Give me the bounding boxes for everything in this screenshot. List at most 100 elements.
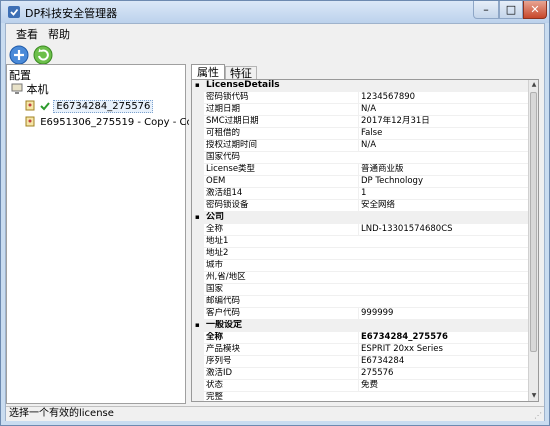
grid-category-title: LicenseDetails bbox=[206, 80, 280, 90]
tab-features[interactable]: 特征 bbox=[225, 66, 257, 80]
grid-row[interactable]: 国家代码 bbox=[192, 152, 528, 164]
vertical-scrollbar[interactable]: ▲ ▼ bbox=[528, 80, 538, 401]
property-value[interactable]: ESPRIT 20xx Series bbox=[358, 344, 529, 355]
property-name: 客户代码 bbox=[206, 308, 241, 318]
add-license-icon[interactable] bbox=[8, 44, 30, 66]
property-value[interactable]: 安全网络 bbox=[358, 200, 529, 211]
grid-row[interactable]: 全称 E6734284_275576 bbox=[192, 332, 528, 344]
row-gutter bbox=[192, 296, 204, 308]
row-gutter bbox=[192, 128, 204, 140]
grid-row[interactable]: 州,省/地区 bbox=[192, 272, 528, 284]
grid-row[interactable]: 城市 bbox=[192, 260, 528, 272]
property-value[interactable]: 免费 bbox=[358, 380, 529, 391]
grid-category-title: 公司 bbox=[206, 212, 225, 222]
property-name: 州,省/地区 bbox=[206, 272, 246, 282]
property-value[interactable]: 1 bbox=[358, 188, 529, 199]
menu-help[interactable]: 帮助 bbox=[48, 26, 70, 42]
property-value[interactable]: 999999 bbox=[358, 308, 529, 319]
grid-row[interactable]: License类型 普通商业版 bbox=[192, 164, 528, 176]
property-value[interactable]: 1234567890 bbox=[358, 92, 529, 103]
grid-category[interactable]: ▪ LicenseDetails bbox=[192, 80, 528, 92]
grid-row[interactable]: 地址2 bbox=[192, 248, 528, 260]
status-text: 选择一个有效的license bbox=[9, 408, 114, 419]
grid-row[interactable]: 可租借的 False bbox=[192, 128, 528, 140]
grid-row[interactable]: 激活组14 1 bbox=[192, 188, 528, 200]
property-name: 邮编代码 bbox=[206, 296, 241, 306]
grid-row[interactable]: 全称 LND-13301574680CS bbox=[192, 224, 528, 236]
grid-row[interactable]: SMC过期日期 2017年12月31日 bbox=[192, 116, 528, 128]
config-tree-pane: 配置 本机 E6734284_275576 E6951306_275519 - … bbox=[6, 64, 222, 404]
property-name: 序列号 bbox=[206, 356, 232, 366]
property-name: 授权过期时间 bbox=[206, 140, 258, 150]
collapse-icon[interactable]: ▪ bbox=[195, 82, 200, 89]
row-gutter bbox=[192, 92, 204, 104]
property-value[interactable]: False bbox=[358, 128, 529, 139]
refresh-icon[interactable] bbox=[32, 44, 54, 66]
property-name: 国家 bbox=[206, 284, 224, 294]
grid-row[interactable]: 状态 免费 bbox=[192, 380, 528, 392]
grid-row[interactable]: 国家 bbox=[192, 284, 528, 296]
property-name: OEM bbox=[206, 176, 226, 186]
property-value[interactable]: 普通商业版 bbox=[358, 164, 529, 175]
details-pane: 属性 特征 ▪ LicenseDetails 密码锁代码 1234567890 过期日期… bbox=[189, 64, 541, 404]
grid-row[interactable]: 产品模块 ESPRIT 20xx Series bbox=[192, 344, 528, 356]
property-value[interactable]: LND-13301574680CS bbox=[358, 224, 529, 235]
grid-category[interactable]: ▪ 一般设定 bbox=[192, 320, 528, 332]
property-value[interactable]: DP Technology bbox=[358, 176, 529, 187]
close-button[interactable]: ✕ bbox=[523, 1, 547, 19]
title-bar[interactable]: DP科技安全管理器 – □ ✕ bbox=[1, 1, 549, 23]
resize-grip-icon[interactable]: ⋰ bbox=[534, 409, 542, 423]
property-name: 可租借的 bbox=[206, 128, 241, 138]
row-gutter bbox=[192, 260, 204, 272]
tree-root-local[interactable]: 本机 bbox=[11, 81, 49, 97]
row-gutter bbox=[192, 248, 204, 260]
property-name: 国家代码 bbox=[206, 152, 241, 162]
menu-view[interactable]: 查看 bbox=[16, 26, 38, 42]
scroll-down-arrow-icon[interactable]: ▼ bbox=[530, 391, 538, 401]
grid-row[interactable]: 激活ID 275576 bbox=[192, 368, 528, 380]
grid-row[interactable]: 密码锁设备 安全网络 bbox=[192, 200, 528, 212]
app-icon bbox=[8, 6, 20, 18]
tab-properties[interactable]: 属性 bbox=[191, 64, 225, 79]
grid-row[interactable]: 序列号 E6734284 bbox=[192, 356, 528, 368]
property-name: 密码锁代码 bbox=[206, 92, 249, 102]
app-window: DP科技安全管理器 – □ ✕ 查看 帮助 配置 本机 E6734284_275… bbox=[0, 0, 550, 426]
grid-row[interactable]: 授权过期时间 N/A bbox=[192, 140, 528, 152]
property-name: 过期日期 bbox=[206, 104, 241, 114]
status-bar: 选择一个有效的license ⋰ bbox=[6, 406, 544, 421]
grid-row[interactable]: 过期日期 N/A bbox=[192, 104, 528, 116]
grid-row[interactable]: 客户代码 999999 bbox=[192, 308, 528, 320]
row-gutter bbox=[192, 140, 204, 152]
row-gutter bbox=[192, 152, 204, 164]
property-name: 全称 bbox=[206, 224, 224, 234]
property-value[interactable]: E6734284_275576 bbox=[358, 332, 529, 343]
grid-category[interactable]: ▪ 公司 bbox=[192, 212, 528, 224]
computer-icon bbox=[11, 83, 23, 94]
collapse-icon[interactable]: ▪ bbox=[195, 322, 200, 329]
collapse-icon[interactable]: ▪ bbox=[195, 214, 200, 221]
window-title: DP科技安全管理器 bbox=[25, 7, 118, 20]
property-grid[interactable]: ▪ LicenseDetails 密码锁代码 1234567890 过期日期 N/A SMC… bbox=[191, 79, 539, 402]
grid-row[interactable]: 完整 bbox=[192, 392, 528, 401]
grid-row[interactable]: OEM DP Technology bbox=[192, 176, 528, 188]
maximize-button[interactable]: □ bbox=[499, 1, 523, 19]
row-gutter bbox=[192, 176, 204, 188]
property-value[interactable]: N/A bbox=[358, 104, 529, 115]
grid-row[interactable]: 邮编代码 bbox=[192, 296, 528, 308]
property-name: 密码锁设备 bbox=[206, 200, 249, 210]
property-value[interactable]: 275576 bbox=[358, 368, 529, 379]
grid-row[interactable]: 密码锁代码 1234567890 bbox=[192, 92, 528, 104]
property-value[interactable]: E6734284 bbox=[358, 356, 529, 367]
row-gutter bbox=[192, 164, 204, 176]
scroll-thumb[interactable] bbox=[530, 92, 537, 352]
tree-node-license-1[interactable]: E6734284_275576 bbox=[25, 99, 154, 113]
row-gutter bbox=[192, 116, 204, 128]
grid-row[interactable]: 地址1 bbox=[192, 236, 528, 248]
minimize-button[interactable]: – bbox=[473, 1, 499, 19]
check-icon bbox=[40, 102, 50, 111]
row-gutter bbox=[192, 104, 204, 116]
property-value[interactable]: 2017年12月31日 bbox=[358, 116, 529, 127]
scroll-up-arrow-icon[interactable]: ▲ bbox=[530, 80, 538, 90]
property-value[interactable]: N/A bbox=[358, 140, 529, 151]
tree-root-label: 本机 bbox=[26, 83, 49, 96]
